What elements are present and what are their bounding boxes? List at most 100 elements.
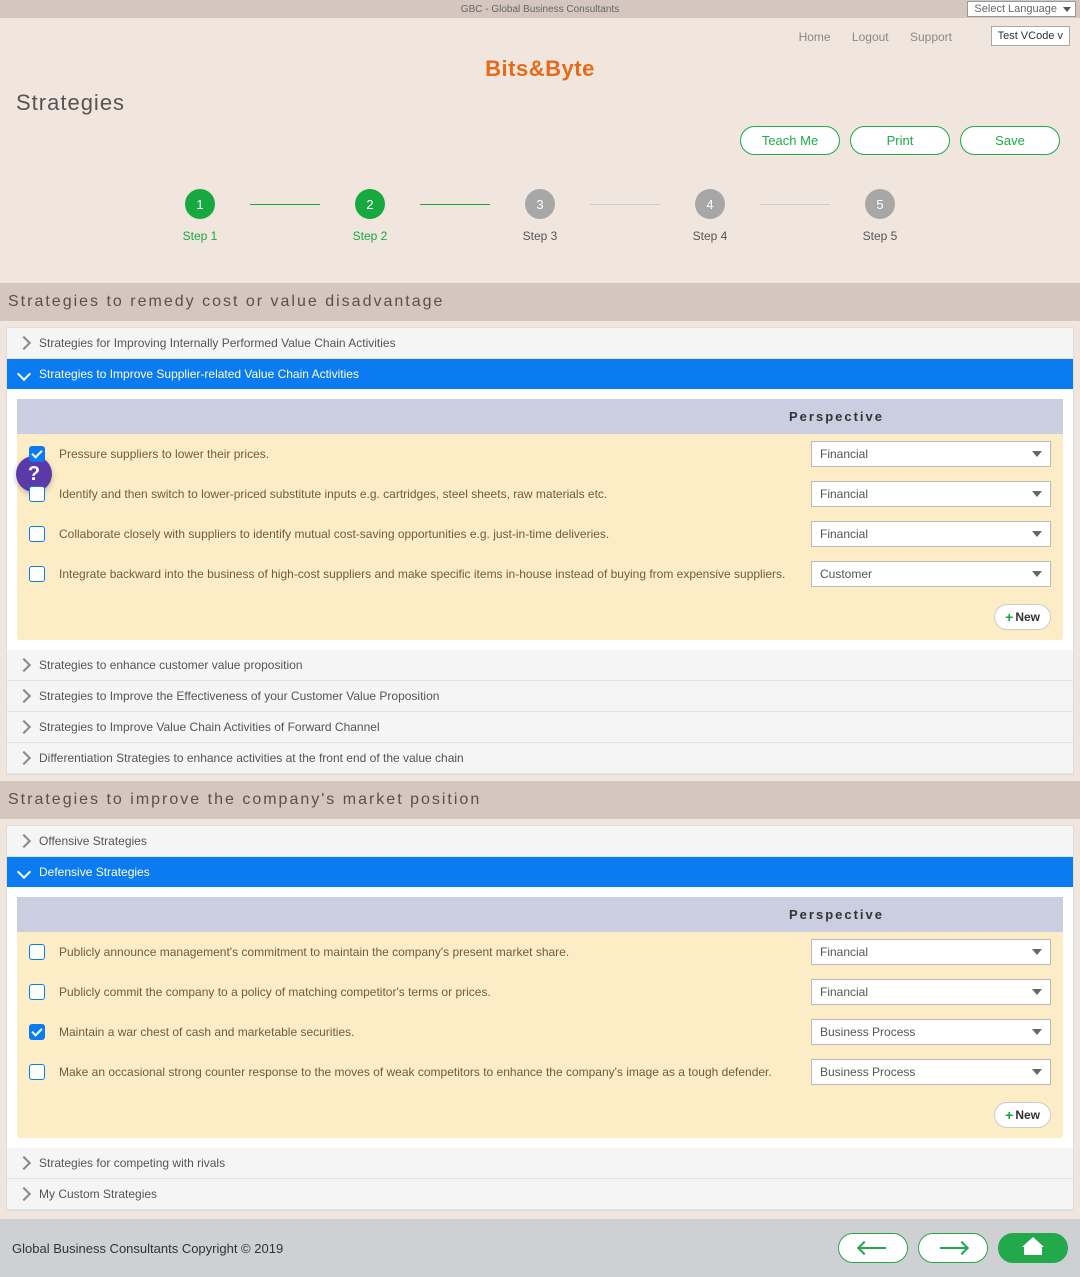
- new-button[interactable]: +New: [994, 604, 1051, 630]
- perspective-select[interactable]: Financial: [811, 441, 1051, 467]
- save-button[interactable]: Save: [960, 126, 1060, 155]
- plus-icon: +: [1005, 609, 1013, 625]
- chevron-right-icon: [17, 1156, 31, 1170]
- accordion-group-1: Strategies for Improving Internally Perf…: [6, 327, 1074, 775]
- strategy-text: Maintain a war chest of cash and marketa…: [59, 1025, 797, 1039]
- table-row: Integrate backward into the business of …: [17, 554, 1063, 594]
- strategy-text: Integrate backward into the business of …: [59, 567, 797, 581]
- perspective-header: Perspective: [789, 409, 884, 424]
- accordion-item[interactable]: Strategies to enhance customer value pro…: [7, 650, 1073, 681]
- plus-icon: +: [1005, 1107, 1013, 1123]
- checkbox[interactable]: [29, 446, 45, 462]
- table-row: Maintain a war chest of cash and marketa…: [17, 1012, 1063, 1052]
- topbar-title: GBC - Global Business Consultants: [461, 4, 619, 15]
- table-row: Identify and then switch to lower-priced…: [17, 474, 1063, 514]
- table-row: Pressure suppliers to lower their prices…: [17, 434, 1063, 474]
- print-button[interactable]: Print: [850, 126, 950, 155]
- perspective-select[interactable]: Business Process: [811, 1059, 1051, 1085]
- nav-logout[interactable]: Logout: [852, 30, 889, 44]
- table-header: Perspective: [17, 897, 1063, 932]
- forward-button[interactable]: [918, 1233, 988, 1263]
- logo: Bits&Byte: [10, 56, 1070, 82]
- checkbox[interactable]: [29, 526, 45, 542]
- chevron-down-icon: [17, 865, 31, 879]
- accordion-item[interactable]: Offensive Strategies: [7, 826, 1073, 857]
- chevron-right-icon: [17, 834, 31, 848]
- new-button-row: +New: [17, 594, 1063, 640]
- chevron-down-icon: [17, 367, 31, 381]
- action-buttons: Teach Me Print Save: [10, 126, 1070, 155]
- checkbox[interactable]: [29, 566, 45, 582]
- strategy-table: Perspective Publicly announce management…: [17, 897, 1063, 1138]
- perspective-select[interactable]: Financial: [811, 979, 1051, 1005]
- stepper-connector: [250, 204, 320, 205]
- chevron-right-icon: [17, 1187, 31, 1201]
- stepper-connector: [760, 204, 830, 205]
- checkbox[interactable]: [29, 944, 45, 960]
- section-header-market: Strategies to improve the company's mark…: [0, 781, 1080, 819]
- topbar: GBC - Global Business Consultants Select…: [0, 0, 1080, 18]
- copyright: Global Business Consultants Copyright © …: [12, 1241, 283, 1256]
- language-select[interactable]: Select Language: [967, 1, 1076, 17]
- chevron-right-icon: [17, 336, 31, 350]
- new-button-row: +New: [17, 1092, 1063, 1138]
- chevron-right-icon: [17, 658, 31, 672]
- stepper: 1Step 1 2Step 2 3Step 3 4Step 4 5Step 5: [10, 189, 1070, 243]
- table-row: Publicly commit the company to a policy …: [17, 972, 1063, 1012]
- chevron-right-icon: [17, 720, 31, 734]
- accordion-group-2: Offensive Strategies Defensive Strategie…: [6, 825, 1074, 1211]
- teach-me-button[interactable]: Teach Me: [740, 126, 840, 155]
- step-5[interactable]: 5Step 5: [830, 189, 930, 243]
- accordion-item[interactable]: Strategies to Improve Value Chain Activi…: [7, 712, 1073, 743]
- accordion-item[interactable]: Strategies for Improving Internally Perf…: [7, 328, 1073, 359]
- table-row: Collaborate closely with suppliers to id…: [17, 514, 1063, 554]
- table-row: Make an occasional strong counter respon…: [17, 1052, 1063, 1092]
- new-button[interactable]: +New: [994, 1102, 1051, 1128]
- accordion-item[interactable]: Strategies for competing with rivals: [7, 1148, 1073, 1179]
- nav-support[interactable]: Support: [910, 30, 952, 44]
- strategy-text: Publicly commit the company to a policy …: [59, 985, 797, 999]
- chevron-right-icon: [17, 689, 31, 703]
- checkbox[interactable]: [29, 1064, 45, 1080]
- nav-home[interactable]: Home: [799, 30, 831, 44]
- section-header-cost: Strategies to remedy cost or value disad…: [0, 283, 1080, 321]
- strategy-text: Make an occasional strong counter respon…: [59, 1065, 797, 1079]
- home-icon: [1024, 1241, 1042, 1255]
- perspective-select[interactable]: Financial: [811, 939, 1051, 965]
- perspective-select[interactable]: Business Process: [811, 1019, 1051, 1045]
- step-4[interactable]: 4Step 4: [660, 189, 760, 243]
- perspective-header: Perspective: [789, 907, 884, 922]
- perspective-select[interactable]: Financial: [811, 481, 1051, 507]
- footer: Global Business Consultants Copyright © …: [0, 1219, 1080, 1277]
- footer-nav: [838, 1233, 1068, 1263]
- step-2[interactable]: 2Step 2: [320, 189, 420, 243]
- accordion-item-open[interactable]: Defensive Strategies: [7, 857, 1073, 887]
- strategy-text: Collaborate closely with suppliers to id…: [59, 527, 797, 541]
- step-3[interactable]: 3Step 3: [490, 189, 590, 243]
- strategy-table: Perspective Pressure suppliers to lower …: [17, 399, 1063, 640]
- nav-links: Home Logout Support: [781, 30, 952, 44]
- accordion-panel: Perspective Publicly announce management…: [7, 887, 1073, 1148]
- perspective-select[interactable]: Customer: [811, 561, 1051, 587]
- table-header: Perspective: [17, 399, 1063, 434]
- checkbox[interactable]: [29, 486, 45, 502]
- back-button[interactable]: [838, 1233, 908, 1263]
- stepper-connector: [420, 204, 490, 205]
- vcode-select[interactable]: Test VCode v: [991, 26, 1070, 46]
- perspective-select[interactable]: Financial: [811, 521, 1051, 547]
- strategy-text: Identify and then switch to lower-priced…: [59, 487, 797, 501]
- checkbox[interactable]: [29, 984, 45, 1000]
- arrow-left-icon: [860, 1247, 886, 1249]
- page-title: Strategies: [16, 90, 1070, 116]
- accordion-panel: Perspective Pressure suppliers to lower …: [7, 389, 1073, 650]
- stepper-connector: [590, 204, 660, 205]
- accordion-item-open[interactable]: Strategies to Improve Supplier-related V…: [7, 359, 1073, 389]
- strategy-text: Publicly announce management's commitmen…: [59, 945, 797, 959]
- chevron-right-icon: [17, 751, 31, 765]
- step-1[interactable]: 1Step 1: [150, 189, 250, 243]
- accordion-item[interactable]: Strategies to Improve the Effectiveness …: [7, 681, 1073, 712]
- checkbox[interactable]: [29, 1024, 45, 1040]
- home-button[interactable]: [998, 1233, 1068, 1263]
- accordion-item[interactable]: Differentiation Strategies to enhance ac…: [7, 743, 1073, 774]
- table-row: Publicly announce management's commitmen…: [17, 932, 1063, 972]
